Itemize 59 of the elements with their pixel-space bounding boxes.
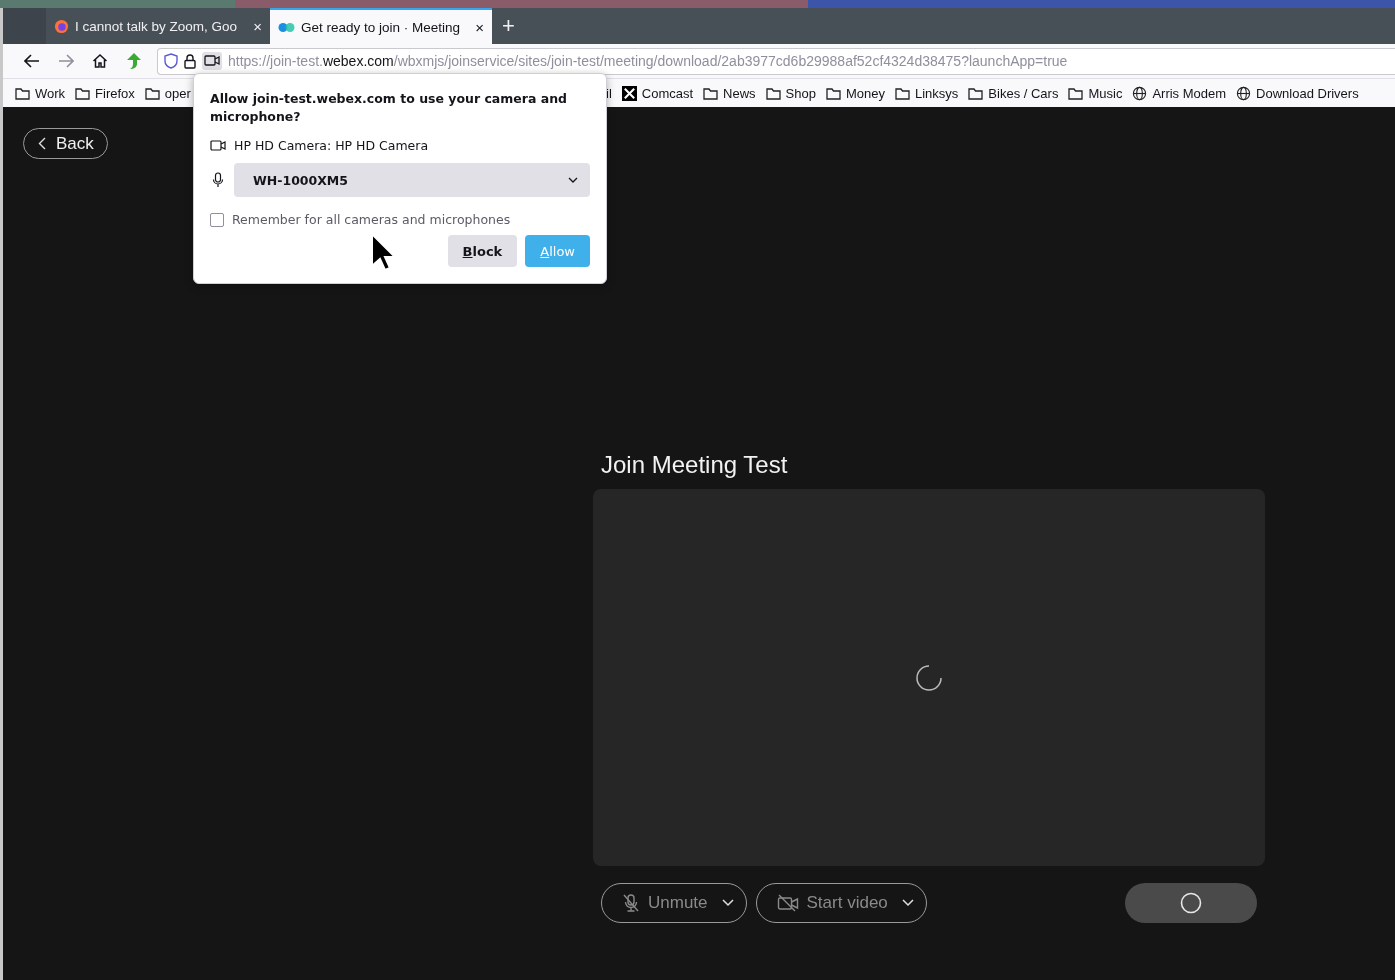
fox-logo-icon <box>54 18 69 34</box>
bookmark[interactable]: il <box>606 85 617 101</box>
bookmark[interactable]: Download Drivers <box>1231 85 1364 101</box>
folder-icon <box>895 86 910 100</box>
folder-icon <box>144 86 160 100</box>
bookmark[interactable]: Arris Modem <box>1127 85 1232 101</box>
microphone-dropdown[interactable]: WH-1000XM5 <box>234 163 590 197</box>
camera-permission-icon[interactable] <box>202 52 222 70</box>
microphone-icon <box>210 172 226 188</box>
camera-label: HP HD Camera: HP HD Camera <box>234 138 429 153</box>
folder-icon <box>765 86 781 100</box>
loading-spinner-icon <box>915 663 943 692</box>
bookmark[interactable]: Comcast <box>616 85 699 101</box>
folder-icon <box>968 86 984 100</box>
url-text: https://join-test.webex.com/wbxmjs/joinservice/sites/join-test/meeting/download/2ab3977cd6b29988af52cf4324d38475?launchApp=true <box>228 53 1068 69</box>
checkbox-label: Remember for all cameras and microphones <box>232 212 511 227</box>
address-bar[interactable]: https://join-test.webex.com/wbxmjs/joinservice/sites/join-test/meeting/download/2ab3977cd6b29988af52cf4324d38475?launchApp=true <box>157 47 1395 75</box>
close-icon[interactable]: × <box>253 18 262 34</box>
block-button[interactable]: Block <box>447 235 518 267</box>
bookmark[interactable]: Linksys <box>890 85 964 101</box>
arrow-icon[interactable] <box>125 52 143 70</box>
muted-microphone-icon <box>622 893 640 913</box>
new-tab-button[interactable]: + <box>502 13 515 39</box>
bookmark[interactable]: Bikes / Cars <box>963 85 1064 101</box>
shield-icon <box>164 53 178 69</box>
caret-icon[interactable] <box>901 899 914 907</box>
bookmark[interactable]: News <box>698 85 761 101</box>
folder-icon <box>15 86 30 100</box>
forward-arrow-icon[interactable] <box>58 54 74 68</box>
x-logo-icon <box>621 85 637 101</box>
webex-logo-icon <box>278 20 295 34</box>
meeting-title: Join Meeting Test <box>601 451 789 479</box>
bookmark[interactable]: Work <box>10 85 71 101</box>
video-off-icon <box>776 894 799 912</box>
bookmark[interactable]: Firefox <box>70 85 140 101</box>
bookmark[interactable]: Music <box>1063 85 1128 101</box>
popup-title: Allow join-test.webex.com to use your camera and microphone? <box>210 90 569 126</box>
bookmark[interactable]: Shop <box>760 85 821 101</box>
caret-icon <box>568 177 578 183</box>
back-arrow-icon[interactable] <box>24 54 40 68</box>
camera-icon <box>210 139 226 152</box>
close-icon[interactable]: × <box>475 19 484 35</box>
globe-icon <box>1132 85 1148 101</box>
folder-icon <box>703 86 719 100</box>
browser-tab[interactable]: I cannot talk by Zoom, Goo × <box>46 8 270 44</box>
checkbox[interactable] <box>210 212 224 227</box>
home-icon[interactable] <box>92 53 108 69</box>
lock-icon <box>184 53 196 69</box>
browser-tab[interactable]: Get ready to join · Meeting × <box>270 8 492 44</box>
chevron-icon <box>38 137 46 150</box>
join-button[interactable] <box>1125 883 1257 923</box>
loading-spinner-icon <box>1180 892 1202 914</box>
bookmark[interactable]: oper <box>139 85 196 101</box>
folder-icon <box>75 86 91 100</box>
bookmark[interactable]: Money <box>820 85 890 101</box>
folder-icon <box>825 86 841 100</box>
caret-icon[interactable] <box>721 899 734 907</box>
folder-icon <box>1068 86 1084 100</box>
globe-icon <box>1236 85 1252 101</box>
